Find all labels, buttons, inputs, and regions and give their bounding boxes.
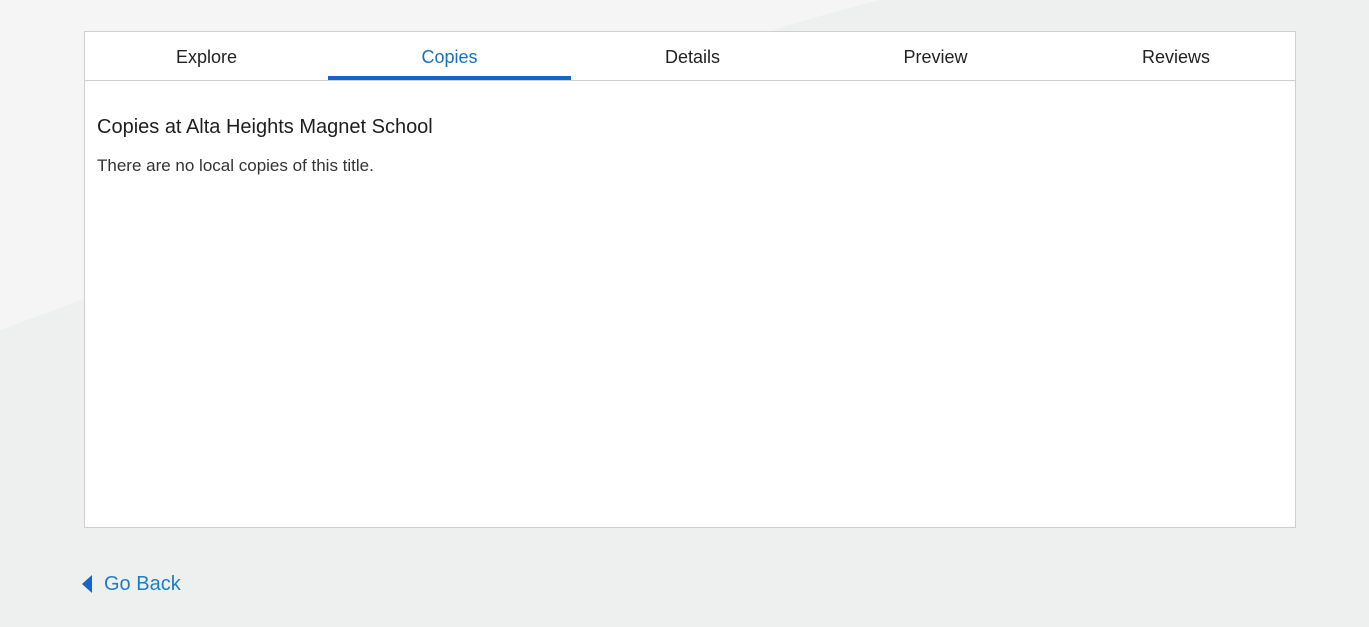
go-back-label: Go Back — [104, 572, 181, 595]
tab-reviews[interactable]: Reviews — [1057, 32, 1295, 80]
tab-copies[interactable]: Copies — [328, 32, 571, 80]
tab-explore[interactable]: Explore — [85, 32, 328, 80]
no-copies-message: There are no local copies of this title. — [97, 156, 374, 175]
go-back-link[interactable]: Go Back — [82, 568, 181, 600]
copies-section-title: Copies at Alta Heights Magnet School — [97, 116, 433, 138]
caret-left-icon — [82, 575, 92, 593]
tab-details[interactable]: Details — [571, 32, 814, 80]
tab-bar: Explore Copies Details Preview Reviews — [85, 32, 1295, 81]
active-tab-indicator — [328, 76, 571, 80]
tab-preview[interactable]: Preview — [814, 32, 1057, 80]
title-details-panel: Explore Copies Details Preview Reviews C… — [84, 31, 1296, 528]
